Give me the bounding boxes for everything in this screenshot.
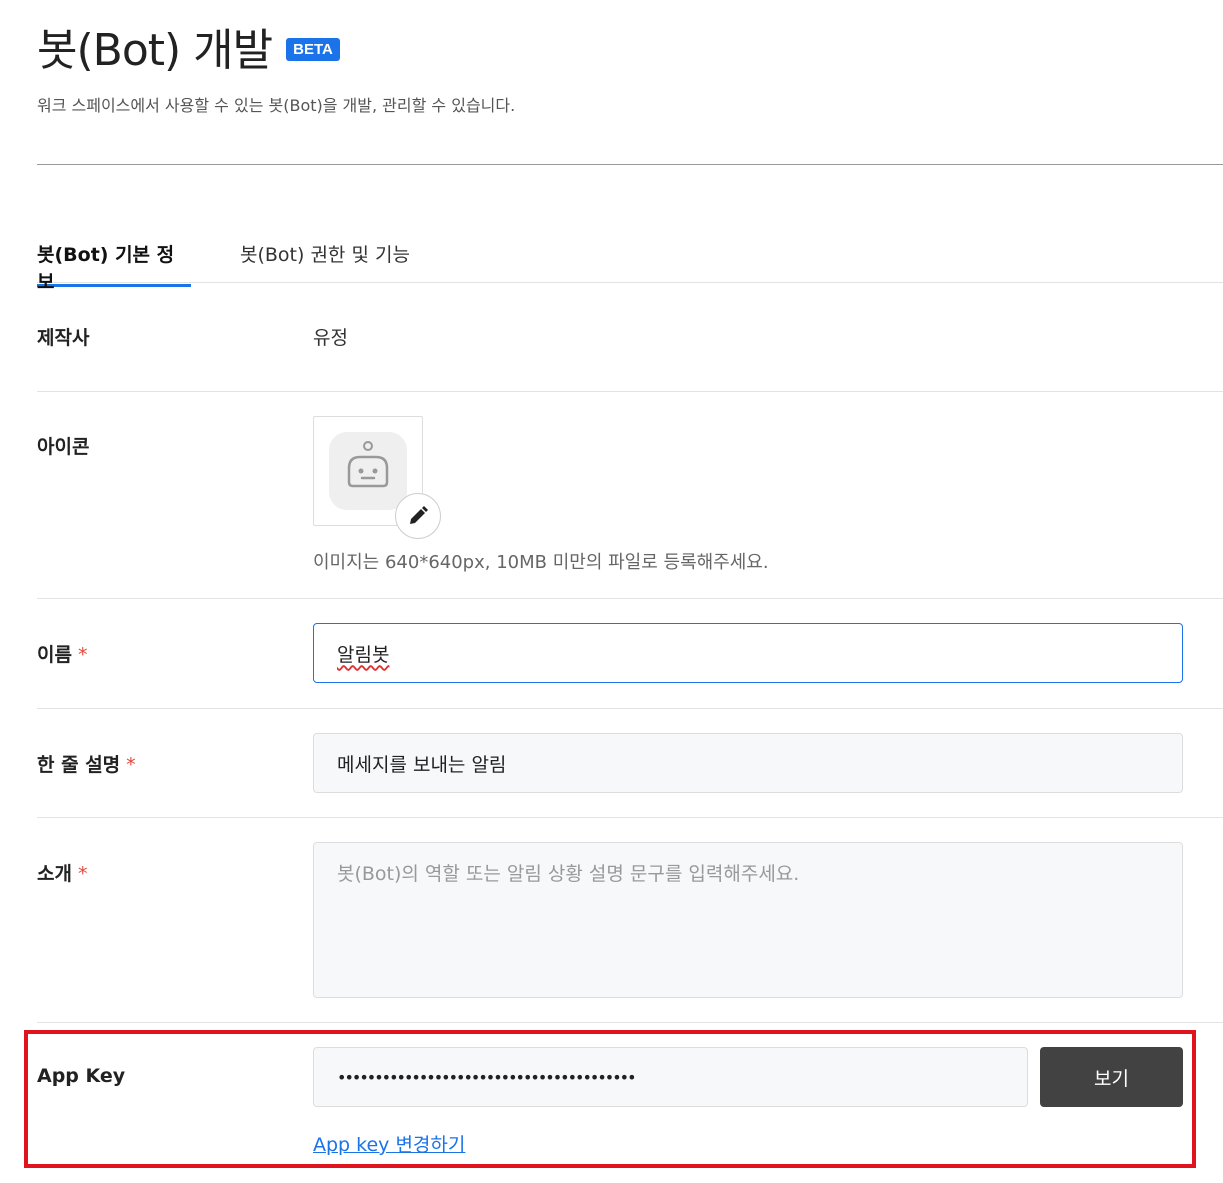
page-title: 봇(Bot) 개발 <box>37 25 273 76</box>
required-mark: * <box>77 863 88 885</box>
beta-badge: BETA <box>286 37 340 61</box>
summary-label: 한 줄 설명 * <box>37 754 136 776</box>
name-row: 이름 * 알림봇 <box>37 599 1223 709</box>
maker-label: 제작사 <box>37 327 90 349</box>
bot-avatar-icon <box>329 432 407 510</box>
divider <box>37 164 1223 165</box>
maker-value: 유정 <box>313 327 348 349</box>
intro-textarea[interactable]: 봇(Bot)의 역할 또는 알림 상황 설명 문구를 입력해주세요. <box>313 842 1183 998</box>
edit-icon-button[interactable] <box>395 493 441 539</box>
tab-bar: 봇(Bot) 기본 정보 봇(Bot) 권한 및 기능 <box>37 236 1223 293</box>
name-label: 이름 * <box>37 644 88 666</box>
required-mark: * <box>126 754 136 776</box>
intro-label: 소개 * <box>37 863 88 885</box>
pencil-icon <box>410 506 428 524</box>
summary-input[interactable]: 메세지를 보내는 알림 <box>313 733 1183 793</box>
tab-permissions[interactable]: 봇(Bot) 권한 및 기능 <box>240 240 410 281</box>
page-description: 워크 스페이스에서 사용할 수 있는 봇(Bot)을 개발, 관리할 수 있습니… <box>37 96 516 115</box>
icon-row: 아이콘 이미지는 640*640px, 10MB 미만의 파일로 등록해주세요. <box>37 392 1223 599</box>
name-input[interactable]: 알림봇 <box>313 623 1183 683</box>
icon-size-hint: 이미지는 640*640px, 10MB 미만의 파일로 등록해주세요. <box>313 552 769 573</box>
icon-label: 아이콘 <box>37 436 90 458</box>
page-header: 봇(Bot) 개발 BETA <box>37 14 340 78</box>
bot-icon-preview[interactable] <box>313 416 441 539</box>
required-mark: * <box>77 644 88 666</box>
summary-row: 한 줄 설명 * 메세지를 보내는 알림 <box>37 709 1223 818</box>
tab-basic-info[interactable]: 봇(Bot) 기본 정보 <box>37 240 191 293</box>
intro-row: 소개 * 봇(Bot)의 역할 또는 알림 상황 설명 문구를 입력해주세요. <box>37 818 1223 1023</box>
name-input-value: 알림봇 <box>337 643 390 666</box>
app-key-highlight <box>24 1030 1196 1168</box>
maker-row: 제작사 유정 <box>37 283 1223 392</box>
